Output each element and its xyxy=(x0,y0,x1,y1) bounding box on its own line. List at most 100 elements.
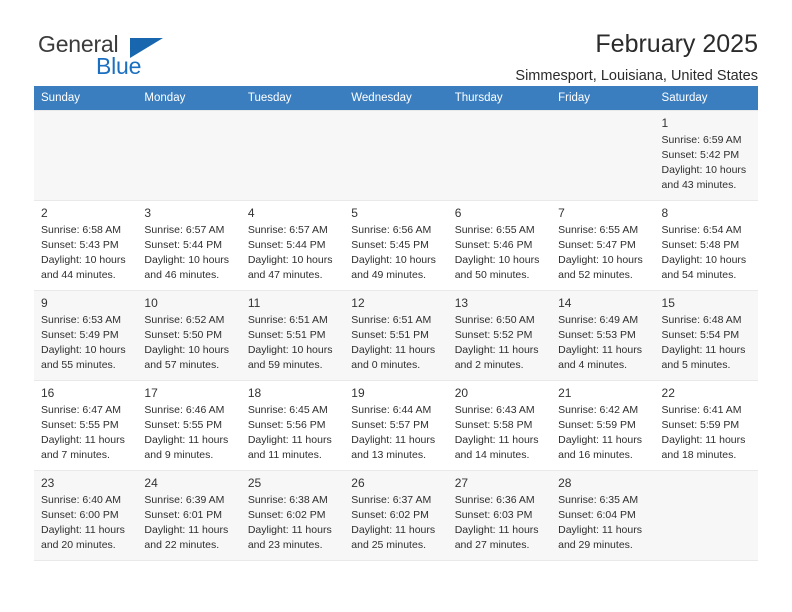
calendar-day-content: 11 Sunrise: 6:51 AM Sunset: 5:51 PM Dayligh… xyxy=(241,291,344,380)
daylight-text-line1: Daylight: 10 hours xyxy=(351,254,436,266)
calendar-day-content: 14 Sunrise: 6:49 AM Sunset: 5:53 PM Dayligh… xyxy=(551,291,654,380)
calendar-day-details: Sunrise: 6:39 AM Sunset: 6:01 PM Daylight:… xyxy=(144,493,234,553)
sunset-text: Sunset: 5:57 PM xyxy=(351,419,429,432)
calendar-day-cell[interactable]: 14 Sunrise: 6:49 AM Sunset: 5:53 PM Dayligh… xyxy=(551,290,655,381)
calendar-day-number xyxy=(144,115,234,131)
weekday-header-thursday: Thursday xyxy=(447,86,552,111)
calendar-day-cell[interactable]: 27 Sunrise: 6:36 AM Sunset: 6:03 PM Dayligh… xyxy=(447,470,552,561)
daylight-text-line2: and 55 minutes. xyxy=(41,358,116,371)
calendar-day-content: 19 Sunrise: 6:44 AM Sunset: 5:57 PM Dayligh… xyxy=(344,381,447,470)
daylight-text-line2: and 59 minutes. xyxy=(247,358,323,371)
brand-logo[interactable]: General Blue xyxy=(34,28,214,80)
sunrise-text: Sunrise: 6:57 AM xyxy=(144,224,225,237)
sunrise-text: Sunrise: 6:54 AM xyxy=(661,224,742,237)
calendar-day-number: 25 xyxy=(247,476,262,490)
calendar-day-details: Sunrise: 6:36 AM Sunset: 6:03 PM Daylight:… xyxy=(455,493,545,553)
calendar-day-cell[interactable]: 26 Sunrise: 6:37 AM Sunset: 6:02 PM Dayligh… xyxy=(344,470,448,561)
sunset-text: Sunset: 5:59 PM xyxy=(661,419,740,432)
calendar-day-cell[interactable]: 4 Sunrise: 6:57 AM Sunset: 5:44 PM Daylight… xyxy=(240,200,345,291)
sunrise-text: Sunrise: 6:52 AM xyxy=(144,314,225,327)
calendar-day-number: 18 xyxy=(247,386,262,400)
sunset-text: Sunset: 5:58 PM xyxy=(454,419,533,432)
daylight-text-line1: Daylight: 10 hours xyxy=(247,344,333,356)
daylight-text-line1: Daylight: 11 hours xyxy=(454,344,539,356)
calendar-day-content: 23 Sunrise: 6:40 AM Sunset: 6:00 PM Dayligh… xyxy=(34,471,137,560)
calendar-day-cell[interactable]: 8 Sunrise: 6:54 AM Sunset: 5:48 PM Daylight… xyxy=(654,200,758,291)
daylight-text-line2: and 20 minutes. xyxy=(41,538,116,551)
sunrise-text: Sunrise: 6:57 AM xyxy=(247,224,328,237)
calendar-day-content xyxy=(34,111,137,200)
calendar-day-details: Sunrise: 6:40 AM Sunset: 6:00 PM Daylight:… xyxy=(41,493,131,553)
calendar-day-number: 13 xyxy=(454,296,469,310)
calendar-day-content: 24 Sunrise: 6:39 AM Sunset: 6:01 PM Dayligh… xyxy=(137,471,240,560)
calendar-day-cell[interactable]: 15 Sunrise: 6:48 AM Sunset: 5:54 PM Dayligh… xyxy=(654,290,758,381)
page-subtitle: Simmesport, Louisiana, United States xyxy=(515,67,758,84)
weekday-header-row: Sunday Monday Tuesday Wednesday Thursday… xyxy=(34,86,758,111)
calendar-day-cell[interactable]: 25 Sunrise: 6:38 AM Sunset: 6:02 PM Dayligh… xyxy=(240,470,345,561)
calendar-day-number: 27 xyxy=(454,476,469,490)
calendar-day-cell[interactable]: 16 Sunrise: 6:47 AM Sunset: 5:55 PM Dayligh… xyxy=(34,380,138,471)
calendar-day-cell[interactable]: 7 Sunrise: 6:55 AM Sunset: 5:47 PM Daylight… xyxy=(551,200,655,291)
sunrise-text: Sunrise: 6:39 AM xyxy=(144,494,225,507)
sunrise-text: Sunrise: 6:55 AM xyxy=(558,224,639,237)
calendar-day-cell[interactable]: 24 Sunrise: 6:39 AM Sunset: 6:01 PM Dayligh… xyxy=(137,470,241,561)
daylight-text-line1: Daylight: 11 hours xyxy=(247,434,332,446)
daylight-text-line1: Daylight: 10 hours xyxy=(144,344,230,356)
sunset-text: Sunset: 5:55 PM xyxy=(144,419,223,432)
calendar-day-cell[interactable]: 21 Sunrise: 6:42 AM Sunset: 5:59 PM Dayligh… xyxy=(551,380,655,471)
calendar-day-content: 27 Sunrise: 6:36 AM Sunset: 6:03 PM Dayligh… xyxy=(448,471,551,560)
sunrise-text: Sunrise: 6:43 AM xyxy=(454,404,535,417)
daylight-text-line2: and 0 minutes. xyxy=(351,358,421,371)
calendar-day-content xyxy=(551,111,654,200)
calendar-day-content: 28 Sunrise: 6:35 AM Sunset: 6:04 PM Dayligh… xyxy=(551,471,654,560)
calendar-day-cell[interactable]: 11 Sunrise: 6:51 AM Sunset: 5:51 PM Dayligh… xyxy=(240,290,345,381)
daylight-text-line2: and 13 minutes. xyxy=(351,448,426,461)
calendar-day-cell[interactable]: 2 Sunrise: 6:58 AM Sunset: 5:43 PM Daylight… xyxy=(34,200,138,291)
calendar-day-content: 3 Sunrise: 6:57 AM Sunset: 5:44 PM Daylight… xyxy=(137,201,240,290)
calendar-day-content: 21 Sunrise: 6:42 AM Sunset: 5:59 PM Dayligh… xyxy=(551,381,654,470)
calendar-day-cell[interactable]: 20 Sunrise: 6:43 AM Sunset: 5:58 PM Dayligh… xyxy=(447,380,552,471)
weekday-header-monday: Monday xyxy=(137,86,241,111)
calendar-day-cell[interactable]: 12 Sunrise: 6:51 AM Sunset: 5:51 PM Dayligh… xyxy=(344,290,448,381)
calendar-day-content xyxy=(344,111,447,200)
calendar-day-cell[interactable]: 17 Sunrise: 6:46 AM Sunset: 5:55 PM Dayligh… xyxy=(137,380,241,471)
weekday-header-sunday: Sunday xyxy=(34,86,138,111)
daylight-text-line2: and 2 minutes. xyxy=(454,358,524,371)
calendar-day-content: 5 Sunrise: 6:56 AM Sunset: 5:45 PM Daylight… xyxy=(344,201,447,290)
daylight-text-line2: and 49 minutes. xyxy=(351,268,426,281)
calendar-day-cell[interactable]: 22 Sunrise: 6:41 AM Sunset: 5:59 PM Dayligh… xyxy=(654,380,758,471)
calendar-day-cell[interactable]: 13 Sunrise: 6:50 AM Sunset: 5:52 PM Dayligh… xyxy=(447,290,552,381)
calendar-day-details: Sunrise: 6:41 AM Sunset: 5:59 PM Daylight:… xyxy=(662,403,752,463)
calendar-day-cell xyxy=(654,470,758,561)
sunset-text: Sunset: 5:51 PM xyxy=(247,329,326,342)
daylight-text-line1: Daylight: 10 hours xyxy=(558,254,643,266)
calendar-day-cell[interactable]: 10 Sunrise: 6:52 AM Sunset: 5:50 PM Dayligh… xyxy=(137,290,241,381)
daylight-text-line1: Daylight: 11 hours xyxy=(454,434,539,446)
calendar-day-cell[interactable]: 18 Sunrise: 6:45 AM Sunset: 5:56 PM Dayligh… xyxy=(240,380,345,471)
daylight-text-line1: Daylight: 11 hours xyxy=(661,434,746,446)
calendar-day-cell[interactable]: 5 Sunrise: 6:56 AM Sunset: 5:45 PM Daylight… xyxy=(344,200,448,291)
calendar-day-details: Sunrise: 6:51 AM Sunset: 5:51 PM Daylight:… xyxy=(248,313,338,373)
daylight-text-line2: and 50 minutes. xyxy=(454,268,530,281)
calendar-day-cell xyxy=(447,110,552,201)
calendar-day-cell xyxy=(240,110,345,201)
calendar-day-content: 7 Sunrise: 6:55 AM Sunset: 5:47 PM Daylight… xyxy=(551,201,654,290)
daylight-text-line2: and 46 minutes. xyxy=(144,268,220,281)
sunrise-text: Sunrise: 6:46 AM xyxy=(144,404,225,417)
calendar-day-number: 1 xyxy=(661,116,669,130)
weekday-header-friday: Friday xyxy=(551,86,655,111)
calendar-week-row: 1 Sunrise: 6:59 AM Sunset: 5:42 PM Daylight… xyxy=(34,110,758,201)
calendar-day-cell[interactable]: 28 Sunrise: 6:35 AM Sunset: 6:04 PM Dayligh… xyxy=(551,470,655,561)
calendar-day-number: 14 xyxy=(558,296,572,310)
calendar-day-details: Sunrise: 6:53 AM Sunset: 5:49 PM Daylight:… xyxy=(41,313,131,373)
calendar-day-content: 10 Sunrise: 6:52 AM Sunset: 5:50 PM Dayligh… xyxy=(137,291,240,380)
calendar-day-cell[interactable]: 6 Sunrise: 6:55 AM Sunset: 5:46 PM Daylight… xyxy=(447,200,552,291)
calendar-day-cell[interactable]: 23 Sunrise: 6:40 AM Sunset: 6:00 PM Dayligh… xyxy=(34,470,138,561)
calendar-day-cell[interactable]: 19 Sunrise: 6:44 AM Sunset: 5:57 PM Dayligh… xyxy=(344,380,448,471)
calendar-day-cell[interactable]: 3 Sunrise: 6:57 AM Sunset: 5:44 PM Daylight… xyxy=(137,200,241,291)
calendar-day-cell[interactable]: 9 Sunrise: 6:53 AM Sunset: 5:49 PM Daylight… xyxy=(34,290,138,381)
sunset-text: Sunset: 6:03 PM xyxy=(454,509,533,522)
calendar-day-cell[interactable]: 1 Sunrise: 6:59 AM Sunset: 5:42 PM Daylight… xyxy=(654,110,758,201)
daylight-text-line1: Daylight: 11 hours xyxy=(351,434,436,446)
calendar-day-cell xyxy=(344,110,448,201)
